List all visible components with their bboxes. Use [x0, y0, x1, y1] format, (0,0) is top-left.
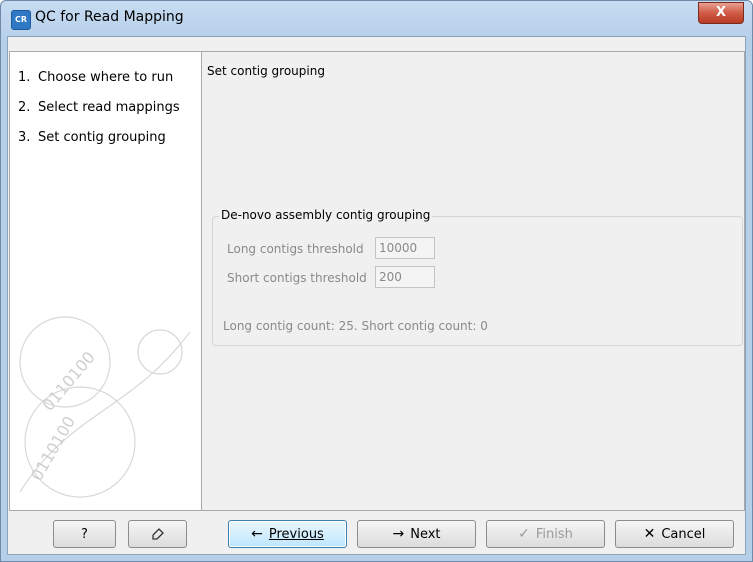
long-contigs-label: Long contigs threshold	[227, 242, 364, 256]
finish-button[interactable]: ✓ Finish	[486, 520, 605, 548]
step-number: 2.	[18, 100, 31, 115]
contig-grouping-group: De-novo assembly contig grouping Long co…	[212, 208, 743, 346]
help-label: ?	[81, 526, 88, 542]
step-label: Set contig grouping	[38, 130, 166, 145]
long-contigs-threshold-field[interactable]	[375, 237, 435, 259]
title-bar[interactable]: CR QC for Read Mapping X	[1, 1, 752, 37]
previous-label: Previous	[268, 526, 324, 542]
step-number: 1.	[18, 70, 31, 85]
previous-button[interactable]: ← Previous	[228, 520, 347, 548]
svg-text:0110100: 0110100	[39, 348, 99, 415]
decorative-watermark: 0110100 0110100	[19, 316, 191, 498]
reset-arrow-icon	[151, 528, 164, 540]
arrow-left-icon: ←	[251, 526, 263, 542]
short-contigs-label: Short contigs threshold	[227, 271, 367, 285]
step-label: Select read mappings	[38, 100, 180, 115]
finish-label: Finish	[535, 526, 573, 542]
step-choose-where-to-run: 1. Choose where to run	[18, 70, 180, 100]
contig-count-text: Long contig count: 25. Short contig coun…	[223, 319, 488, 333]
cancel-label: Cancel	[661, 526, 706, 542]
checkmark-icon: ✓	[518, 526, 530, 542]
step-set-contig-grouping: 3. Set contig grouping	[18, 130, 180, 160]
section-title: Set contig grouping	[207, 64, 325, 78]
next-label: Next	[410, 526, 441, 542]
window-title: QC for Read Mapping	[35, 9, 184, 25]
steps-list: 1. Choose where to run 2. Select read mapp…	[18, 70, 180, 160]
step-number: 3.	[18, 130, 31, 145]
svg-text:0110100: 0110100	[27, 413, 79, 484]
close-button[interactable]: X	[698, 2, 744, 24]
cancel-x-icon: ✕	[643, 526, 656, 542]
wizard-steps-panel: 1. Choose where to run 2. Select read mapp…	[9, 51, 202, 511]
step-select-read-mappings: 2. Select read mappings	[18, 100, 180, 130]
app-icon: CR	[11, 10, 31, 30]
short-contigs-threshold-field[interactable]	[375, 266, 435, 288]
group-title: De-novo assembly contig grouping	[219, 208, 433, 222]
reset-button[interactable]	[128, 520, 187, 548]
arrow-right-icon: →	[392, 526, 405, 542]
step-label: Choose where to run	[38, 70, 174, 85]
content-panel: Set contig grouping De-novo assembly con…	[202, 51, 745, 511]
cancel-button[interactable]: ✕ Cancel	[615, 520, 734, 548]
next-button[interactable]: → Next	[357, 520, 476, 548]
help-button[interactable]: ?	[53, 520, 116, 548]
